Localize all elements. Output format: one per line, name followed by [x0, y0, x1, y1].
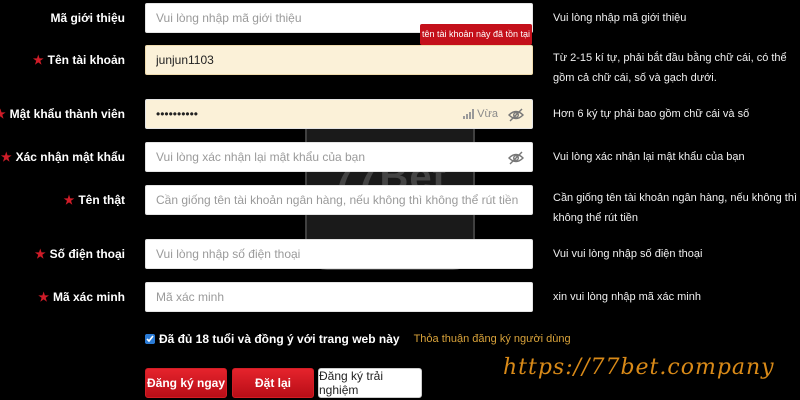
captcha-field[interactable] [145, 282, 533, 312]
phone-label-text: Số điện thoại [49, 247, 125, 261]
agreement-row: Đã đủ 18 tuổi và đồng ý với trang web nà… [145, 332, 571, 346]
password-label-text: Mật khẩu thành viên [9, 107, 125, 121]
confirm-label-text: Xác nhận mật khẩu [15, 150, 125, 164]
reset-button[interactable]: Đặt lại [232, 368, 314, 398]
referral-label-text: Mã giới thiệu [50, 11, 125, 25]
username-exists-tooltip: tên tài khoản này đã tồn tại [420, 24, 532, 45]
realname-label: ★ Tên thật [64, 185, 125, 215]
phone-label: ★ Số điện thoại [35, 239, 125, 269]
trial-register-button[interactable]: Đăng ký trải nghiệm [318, 368, 422, 398]
phone-input[interactable] [146, 240, 532, 268]
confirm-label: ★ Xác nhận mật khẩu [1, 142, 125, 172]
realname-label-text: Tên thật [78, 193, 125, 207]
required-star-icon: ★ [63, 193, 75, 207]
required-star-icon: ★ [0, 107, 6, 121]
eye-slash-icon[interactable] [508, 107, 524, 123]
captcha-input[interactable] [146, 283, 532, 311]
phone-field[interactable] [145, 239, 533, 269]
captcha-hint: xin vui lòng nhập mã xác minh [553, 291, 701, 303]
password-strength: Vừa [463, 108, 498, 120]
user-agreement-link[interactable]: Thỏa thuận đăng ký người dùng [414, 333, 571, 345]
realname-field[interactable] [145, 185, 533, 215]
password-field[interactable]: Vừa [145, 99, 533, 129]
username-hint: Từ 2-15 kí tự, phải bắt đầu bằng chữ cái… [553, 52, 787, 84]
captcha-label-text: Mã xác minh [52, 290, 125, 304]
realname-hint: Cần giống tên tài khoản ngân hàng, nếu k… [553, 192, 798, 224]
agreement-checkbox[interactable] [145, 334, 155, 344]
required-star-icon: ★ [32, 53, 44, 67]
password-strength-label: Vừa [477, 108, 498, 120]
username-input[interactable] [146, 46, 532, 74]
confirm-hint: Vui lòng xác nhận lại mật khẩu của bạn [553, 151, 745, 163]
required-star-icon: ★ [38, 290, 49, 304]
register-button[interactable]: Đăng ký ngay [145, 368, 227, 398]
agreement-text: Đã đủ 18 tuổi và đồng ý với trang web nà… [159, 332, 400, 346]
password-hint: Hơn 6 ký tự phải bao gồm chữ cái và số [553, 108, 750, 120]
realname-input[interactable] [146, 186, 532, 214]
captcha-label: ★ Mã xác minh [38, 282, 125, 312]
signal-bars-icon [463, 109, 475, 119]
phone-hint: Vui vui lòng nhập số điện thoại [553, 248, 703, 260]
referral-hint: Vui lòng nhập mã giới thiệu [553, 12, 687, 24]
required-star-icon: ★ [34, 247, 46, 261]
site-url-watermark: https://77bet.company [503, 355, 775, 380]
required-star-icon: ★ [0, 150, 12, 164]
username-field[interactable] [145, 45, 533, 75]
eye-slash-icon[interactable] [508, 150, 524, 166]
referral-label: Mã giới thiệu [50, 3, 125, 33]
username-label-text: Tên tài khoản [47, 53, 125, 67]
confirm-field[interactable] [145, 142, 533, 172]
password-label: ★ Mật khẩu thành viên [0, 99, 125, 129]
confirm-password-input[interactable] [146, 143, 532, 171]
username-label: ★ Tên tài khoản [33, 45, 125, 75]
